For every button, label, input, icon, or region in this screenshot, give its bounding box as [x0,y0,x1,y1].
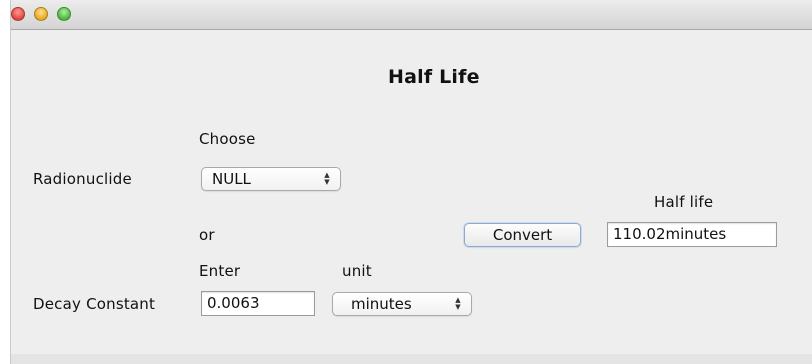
radionuclide-select[interactable]: NULL ▲ ▼ [201,167,341,191]
radionuclide-label: Radionuclide [33,170,132,188]
minimize-window-button[interactable] [34,7,48,21]
select-arrows-icon: ▲ ▼ [455,296,461,311]
zoom-window-button[interactable] [57,7,71,21]
window-bottom-edge [11,354,812,364]
convert-button[interactable]: Convert [464,223,581,247]
choose-label: Choose [199,130,256,148]
or-label: or [199,226,215,244]
decay-constant-field[interactable]: 0.0063 [201,291,315,316]
half-life-output-field[interactable]: 110.02minutes [607,222,777,247]
select-arrows-icon: ▲ ▼ [324,171,330,186]
unit-label: unit [342,262,372,280]
app-window: Half Life Choose Radionuclide NULL ▲ ▼ Ha… [10,0,812,364]
close-window-button[interactable] [11,7,25,21]
title-bar [11,0,812,30]
unit-select[interactable]: minutes ▲ ▼ [332,292,472,316]
unit-select-value: minutes [351,295,412,313]
page-title: Half Life [388,66,480,88]
decay-constant-label: Decay Constant [33,295,156,313]
enter-label: Enter [199,262,241,280]
main-panel: Half Life Choose Radionuclide NULL ▲ ▼ Ha… [11,30,812,354]
radionuclide-select-value: NULL [212,170,251,188]
half-life-label: Half life [654,193,714,211]
